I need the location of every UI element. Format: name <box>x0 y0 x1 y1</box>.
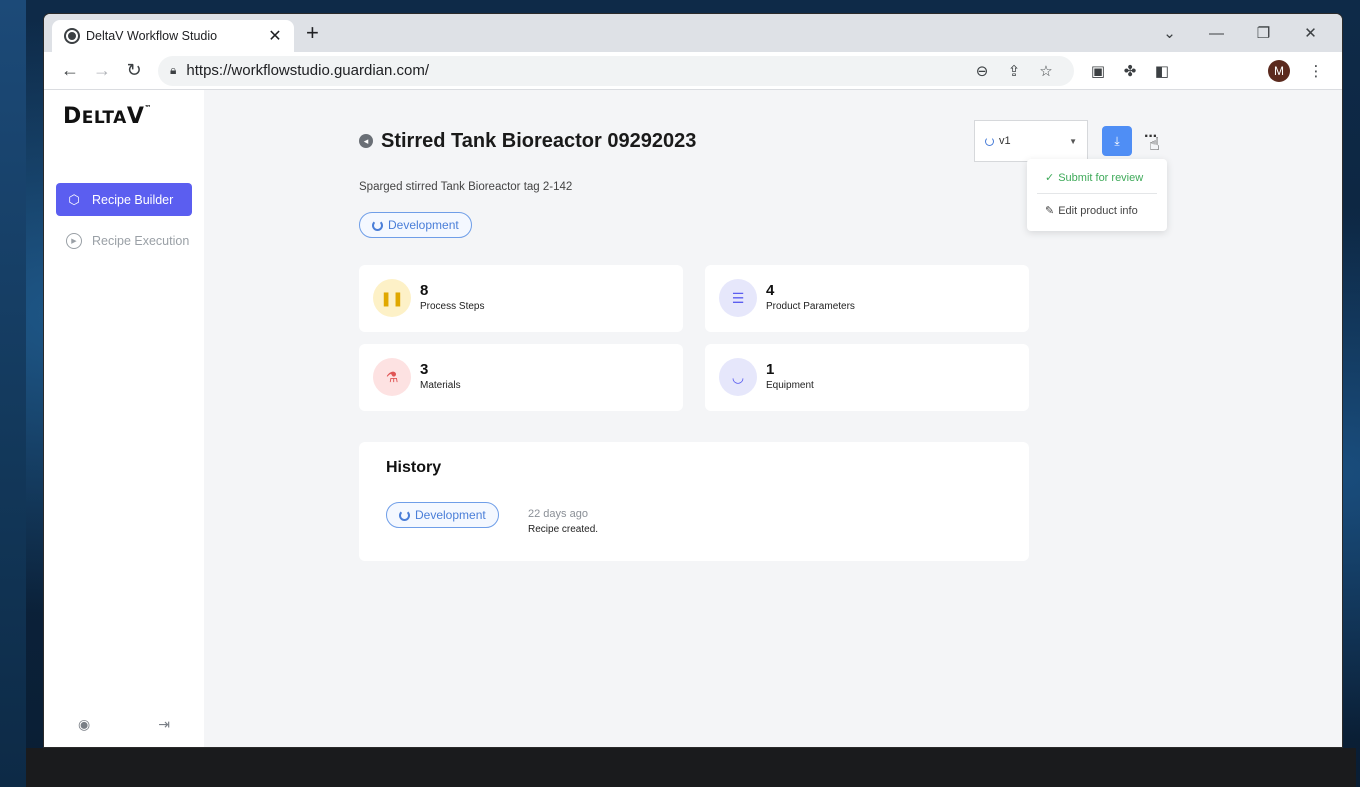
profile-avatar[interactable]: M <box>1268 59 1290 82</box>
play-circle-icon: ▶ <box>66 232 82 249</box>
stat-count: 1 <box>766 361 775 378</box>
sidebar-item-label: Recipe Execution <box>92 233 190 248</box>
submit-for-review-item[interactable]: ✓ Submit for review <box>1045 171 1144 185</box>
browser-window: DeltaV Workflow Studio ✕ + ⌄ — ❐ ✕ ← → ↻… <box>44 14 1342 747</box>
options-dropdown: ✓ Submit for review ✎ Edit product info <box>1027 159 1167 231</box>
download-button[interactable]: ⤓ <box>1102 126 1132 156</box>
progress-ring-icon <box>985 136 994 146</box>
star-icon[interactable]: ☆ <box>1030 62 1062 80</box>
back-arrow-icon[interactable]: ← <box>54 55 86 87</box>
puzzle-icon[interactable]: ✤ <box>1114 55 1146 87</box>
stat-card-materials[interactable]: ⚗ 3 Materials <box>359 344 683 411</box>
browser-toolbar: ← → ↻ 🔒︎ https://workflowstudio.guardian… <box>44 52 1342 90</box>
status-label: Development <box>388 218 459 232</box>
tab-title: DeltaV Workflow Studio <box>86 29 218 43</box>
sidebar-item-label: Recipe Builder <box>92 192 174 207</box>
stat-label: Equipment <box>766 380 814 391</box>
stat-count: 3 <box>420 361 429 378</box>
history-status-badge: Development <box>386 502 499 528</box>
kebab-menu-icon[interactable]: ⋮ <box>1300 55 1332 87</box>
share-icon[interactable]: ⇪ <box>998 62 1030 80</box>
page-title: Stirred Tank Bioreactor 09292023 <box>381 130 697 152</box>
address-bar[interactable]: 🔒︎ https://workflowstudio.guardian.com/ … <box>158 55 1074 86</box>
progress-ring-icon <box>399 509 410 521</box>
lock-icon: 🔒︎ <box>170 63 177 77</box>
stat-count: 4 <box>766 282 775 299</box>
sidebar-item-recipe-builder[interactable]: ⬡ Recipe Builder <box>56 183 192 216</box>
url-text[interactable]: https://workflowstudio.guardian.com/ <box>186 62 966 79</box>
check-icon: ✓ <box>1045 172 1055 184</box>
edit-icon: ✎ <box>1045 205 1055 217</box>
zoom-icon[interactable]: ⊖ <box>966 62 998 80</box>
user-icon[interactable]: ◉ <box>78 716 90 733</box>
stat-label: Process Steps <box>420 301 485 312</box>
cube-icon: ⬡ <box>68 191 80 207</box>
tab-strip: DeltaV Workflow Studio ✕ + ⌄ — ❐ ✕ <box>44 14 1342 52</box>
progress-ring-icon <box>372 219 383 231</box>
back-arrow-icon[interactable]: ◂ <box>359 134 373 148</box>
divider <box>1037 193 1157 194</box>
sidebar-item-recipe-execution[interactable]: ▶ Recipe Execution <box>56 224 192 257</box>
close-tab-icon[interactable]: ✕ <box>266 26 284 46</box>
menu-item-label: Edit product info <box>1058 204 1138 217</box>
restore-icon[interactable]: ❐ <box>1240 18 1287 48</box>
close-window-icon[interactable]: ✕ <box>1287 18 1334 48</box>
stat-label: Materials <box>420 380 461 391</box>
history-timestamp: 22 days ago <box>528 508 588 520</box>
flask-icon: ⚗ <box>373 358 411 396</box>
minimize-icon[interactable]: — <box>1193 18 1240 48</box>
taskbar <box>26 748 1356 787</box>
globe-icon <box>64 28 80 44</box>
stat-card-product-parameters[interactable]: ☰ 4 Product Parameters <box>705 265 1029 332</box>
reload-icon[interactable]: ↻ <box>118 55 150 87</box>
menu-item-label: Submit for review <box>1058 171 1144 184</box>
deltav-logo: DELTAV™ <box>63 104 152 129</box>
stat-card-equipment[interactable]: ◡ 1 Equipment <box>705 344 1029 411</box>
mortar-icon: ◡ <box>719 358 757 396</box>
recipe-description: Sparged stirred Tank Bioreactor tag 2-14… <box>359 181 573 193</box>
chevron-down-icon: ▼ <box>1069 136 1077 146</box>
side-panel-icon[interactable]: ◧ <box>1146 55 1178 87</box>
web-page: DELTAV™ ⬡ Recipe Builder ▶ Recipe Execut… <box>44 90 1342 747</box>
sliders-icon: ☰ <box>719 279 757 317</box>
version-value: v1 <box>999 135 1011 147</box>
edit-product-info-item[interactable]: ✎ Edit product info <box>1045 204 1138 218</box>
extension-app-icon[interactable]: ▣ <box>1082 55 1114 87</box>
history-description: Recipe created. <box>528 524 599 535</box>
sidebar-footer: ◉ ⇥ <box>44 716 204 733</box>
stat-card-process-steps[interactable]: ❚❚ 8 Process Steps <box>359 265 683 332</box>
new-tab-button[interactable]: + <box>306 22 319 44</box>
stat-count: 8 <box>420 282 429 299</box>
logout-icon[interactable]: ⇥ <box>158 716 170 733</box>
hand-cursor-icon: ☝ <box>1149 134 1160 154</box>
version-select[interactable]: v1 ▼ <box>974 120 1088 162</box>
desktop-edge <box>0 0 26 787</box>
footprints-icon: ❚❚ <box>373 279 411 317</box>
browser-tab[interactable]: DeltaV Workflow Studio ✕ <box>52 20 294 52</box>
tab-search-icon[interactable]: ⌄ <box>1146 18 1193 48</box>
stat-label: Product Parameters <box>766 301 855 312</box>
history-title: History <box>386 459 442 476</box>
window-controls: ⌄ — ❐ ✕ <box>1146 18 1334 48</box>
status-badge: Development <box>359 212 472 238</box>
main-content: ◂ Stirred Tank Bioreactor 09292023 Sparg… <box>204 90 1342 747</box>
history-panel: History Development 22 days ago Recipe c… <box>359 442 1029 561</box>
sidebar: DELTAV™ ⬡ Recipe Builder ▶ Recipe Execut… <box>44 90 204 747</box>
forward-arrow-icon[interactable]: → <box>86 55 118 87</box>
status-label: Development <box>415 508 486 522</box>
